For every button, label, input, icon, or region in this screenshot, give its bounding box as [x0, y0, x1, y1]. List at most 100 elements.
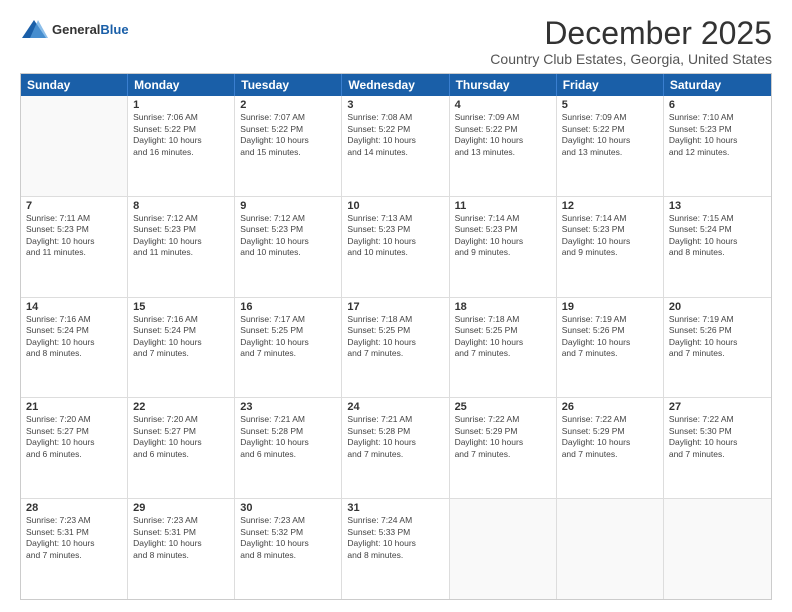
- day-info: Sunrise: 7:08 AM Sunset: 5:22 PM Dayligh…: [347, 112, 443, 158]
- header-day-sunday: Sunday: [21, 74, 128, 96]
- day-info: Sunrise: 7:18 AM Sunset: 5:25 PM Dayligh…: [347, 314, 443, 360]
- calendar-day-10: 10Sunrise: 7:13 AM Sunset: 5:23 PM Dayli…: [342, 197, 449, 297]
- day-number: 12: [562, 200, 658, 212]
- calendar-day-29: 29Sunrise: 7:23 AM Sunset: 5:31 PM Dayli…: [128, 499, 235, 599]
- calendar-day-3: 3Sunrise: 7:08 AM Sunset: 5:22 PM Daylig…: [342, 96, 449, 196]
- day-info: Sunrise: 7:11 AM Sunset: 5:23 PM Dayligh…: [26, 213, 122, 259]
- day-info: Sunrise: 7:09 AM Sunset: 5:22 PM Dayligh…: [455, 112, 551, 158]
- calendar-day-2: 2Sunrise: 7:07 AM Sunset: 5:22 PM Daylig…: [235, 96, 342, 196]
- calendar-week-5: 28Sunrise: 7:23 AM Sunset: 5:31 PM Dayli…: [21, 499, 771, 599]
- calendar-day-13: 13Sunrise: 7:15 AM Sunset: 5:24 PM Dayli…: [664, 197, 771, 297]
- day-info: Sunrise: 7:14 AM Sunset: 5:23 PM Dayligh…: [455, 213, 551, 259]
- calendar-day-6: 6Sunrise: 7:10 AM Sunset: 5:23 PM Daylig…: [664, 96, 771, 196]
- day-info: Sunrise: 7:12 AM Sunset: 5:23 PM Dayligh…: [240, 213, 336, 259]
- day-number: 24: [347, 401, 443, 413]
- header-day-saturday: Saturday: [664, 74, 771, 96]
- day-info: Sunrise: 7:09 AM Sunset: 5:22 PM Dayligh…: [562, 112, 658, 158]
- calendar-day-1: 1Sunrise: 7:06 AM Sunset: 5:22 PM Daylig…: [128, 96, 235, 196]
- header-day-wednesday: Wednesday: [342, 74, 449, 96]
- calendar-empty-cell: [21, 96, 128, 196]
- calendar-day-31: 31Sunrise: 7:24 AM Sunset: 5:33 PM Dayli…: [342, 499, 449, 599]
- header-day-tuesday: Tuesday: [235, 74, 342, 96]
- calendar-day-24: 24Sunrise: 7:21 AM Sunset: 5:28 PM Dayli…: [342, 398, 449, 498]
- day-number: 11: [455, 200, 551, 212]
- calendar-day-27: 27Sunrise: 7:22 AM Sunset: 5:30 PM Dayli…: [664, 398, 771, 498]
- calendar-day-17: 17Sunrise: 7:18 AM Sunset: 5:25 PM Dayli…: [342, 298, 449, 398]
- logo-general: General: [52, 22, 100, 37]
- header-day-monday: Monday: [128, 74, 235, 96]
- calendar-empty-cell: [557, 499, 664, 599]
- day-info: Sunrise: 7:21 AM Sunset: 5:28 PM Dayligh…: [347, 414, 443, 460]
- calendar-day-20: 20Sunrise: 7:19 AM Sunset: 5:26 PM Dayli…: [664, 298, 771, 398]
- day-info: Sunrise: 7:07 AM Sunset: 5:22 PM Dayligh…: [240, 112, 336, 158]
- calendar-day-4: 4Sunrise: 7:09 AM Sunset: 5:22 PM Daylig…: [450, 96, 557, 196]
- day-number: 31: [347, 502, 443, 514]
- calendar-day-22: 22Sunrise: 7:20 AM Sunset: 5:27 PM Dayli…: [128, 398, 235, 498]
- day-number: 2: [240, 99, 336, 111]
- day-info: Sunrise: 7:16 AM Sunset: 5:24 PM Dayligh…: [26, 314, 122, 360]
- logo-text: GeneralBlue: [52, 22, 129, 38]
- calendar-day-19: 19Sunrise: 7:19 AM Sunset: 5:26 PM Dayli…: [557, 298, 664, 398]
- logo-area: GeneralBlue: [20, 16, 129, 44]
- day-number: 4: [455, 99, 551, 111]
- calendar-day-12: 12Sunrise: 7:14 AM Sunset: 5:23 PM Dayli…: [557, 197, 664, 297]
- calendar-day-15: 15Sunrise: 7:16 AM Sunset: 5:24 PM Dayli…: [128, 298, 235, 398]
- day-number: 23: [240, 401, 336, 413]
- day-number: 15: [133, 301, 229, 313]
- header-day-friday: Friday: [557, 74, 664, 96]
- calendar-empty-cell: [450, 499, 557, 599]
- day-info: Sunrise: 7:19 AM Sunset: 5:26 PM Dayligh…: [562, 314, 658, 360]
- day-info: Sunrise: 7:23 AM Sunset: 5:31 PM Dayligh…: [133, 515, 229, 561]
- calendar: SundayMondayTuesdayWednesdayThursdayFrid…: [20, 73, 772, 600]
- calendar-day-26: 26Sunrise: 7:22 AM Sunset: 5:29 PM Dayli…: [557, 398, 664, 498]
- day-number: 1: [133, 99, 229, 111]
- day-number: 8: [133, 200, 229, 212]
- day-number: 28: [26, 502, 122, 514]
- day-info: Sunrise: 7:22 AM Sunset: 5:30 PM Dayligh…: [669, 414, 766, 460]
- calendar-day-11: 11Sunrise: 7:14 AM Sunset: 5:23 PM Dayli…: [450, 197, 557, 297]
- day-info: Sunrise: 7:06 AM Sunset: 5:22 PM Dayligh…: [133, 112, 229, 158]
- calendar-day-25: 25Sunrise: 7:22 AM Sunset: 5:29 PM Dayli…: [450, 398, 557, 498]
- calendar-empty-cell: [664, 499, 771, 599]
- day-info: Sunrise: 7:22 AM Sunset: 5:29 PM Dayligh…: [455, 414, 551, 460]
- day-info: Sunrise: 7:17 AM Sunset: 5:25 PM Dayligh…: [240, 314, 336, 360]
- day-info: Sunrise: 7:20 AM Sunset: 5:27 PM Dayligh…: [26, 414, 122, 460]
- day-number: 18: [455, 301, 551, 313]
- calendar-day-14: 14Sunrise: 7:16 AM Sunset: 5:24 PM Dayli…: [21, 298, 128, 398]
- logo-icon: [20, 16, 48, 44]
- day-info: Sunrise: 7:20 AM Sunset: 5:27 PM Dayligh…: [133, 414, 229, 460]
- calendar-day-7: 7Sunrise: 7:11 AM Sunset: 5:23 PM Daylig…: [21, 197, 128, 297]
- day-info: Sunrise: 7:23 AM Sunset: 5:32 PM Dayligh…: [240, 515, 336, 561]
- day-number: 17: [347, 301, 443, 313]
- calendar-body: 1Sunrise: 7:06 AM Sunset: 5:22 PM Daylig…: [21, 96, 771, 599]
- logo-blue: Blue: [100, 22, 128, 37]
- calendar-day-8: 8Sunrise: 7:12 AM Sunset: 5:23 PM Daylig…: [128, 197, 235, 297]
- day-info: Sunrise: 7:10 AM Sunset: 5:23 PM Dayligh…: [669, 112, 766, 158]
- day-number: 14: [26, 301, 122, 313]
- day-number: 9: [240, 200, 336, 212]
- day-info: Sunrise: 7:22 AM Sunset: 5:29 PM Dayligh…: [562, 414, 658, 460]
- page: GeneralBlue December 2025 Country Club E…: [0, 0, 792, 612]
- day-number: 16: [240, 301, 336, 313]
- calendar-week-4: 21Sunrise: 7:20 AM Sunset: 5:27 PM Dayli…: [21, 398, 771, 499]
- day-number: 5: [562, 99, 658, 111]
- day-info: Sunrise: 7:24 AM Sunset: 5:33 PM Dayligh…: [347, 515, 443, 561]
- calendar-day-30: 30Sunrise: 7:23 AM Sunset: 5:32 PM Dayli…: [235, 499, 342, 599]
- day-info: Sunrise: 7:23 AM Sunset: 5:31 PM Dayligh…: [26, 515, 122, 561]
- location-title: Country Club Estates, Georgia, United St…: [490, 51, 772, 67]
- day-number: 27: [669, 401, 766, 413]
- calendar-week-1: 1Sunrise: 7:06 AM Sunset: 5:22 PM Daylig…: [21, 96, 771, 197]
- day-info: Sunrise: 7:13 AM Sunset: 5:23 PM Dayligh…: [347, 213, 443, 259]
- day-number: 3: [347, 99, 443, 111]
- day-info: Sunrise: 7:14 AM Sunset: 5:23 PM Dayligh…: [562, 213, 658, 259]
- day-number: 13: [669, 200, 766, 212]
- day-number: 26: [562, 401, 658, 413]
- day-number: 25: [455, 401, 551, 413]
- day-number: 19: [562, 301, 658, 313]
- day-number: 21: [26, 401, 122, 413]
- calendar-week-3: 14Sunrise: 7:16 AM Sunset: 5:24 PM Dayli…: [21, 298, 771, 399]
- calendar-header-row: SundayMondayTuesdayWednesdayThursdayFrid…: [21, 74, 771, 96]
- calendar-day-5: 5Sunrise: 7:09 AM Sunset: 5:22 PM Daylig…: [557, 96, 664, 196]
- header: GeneralBlue December 2025 Country Club E…: [20, 16, 772, 67]
- day-number: 10: [347, 200, 443, 212]
